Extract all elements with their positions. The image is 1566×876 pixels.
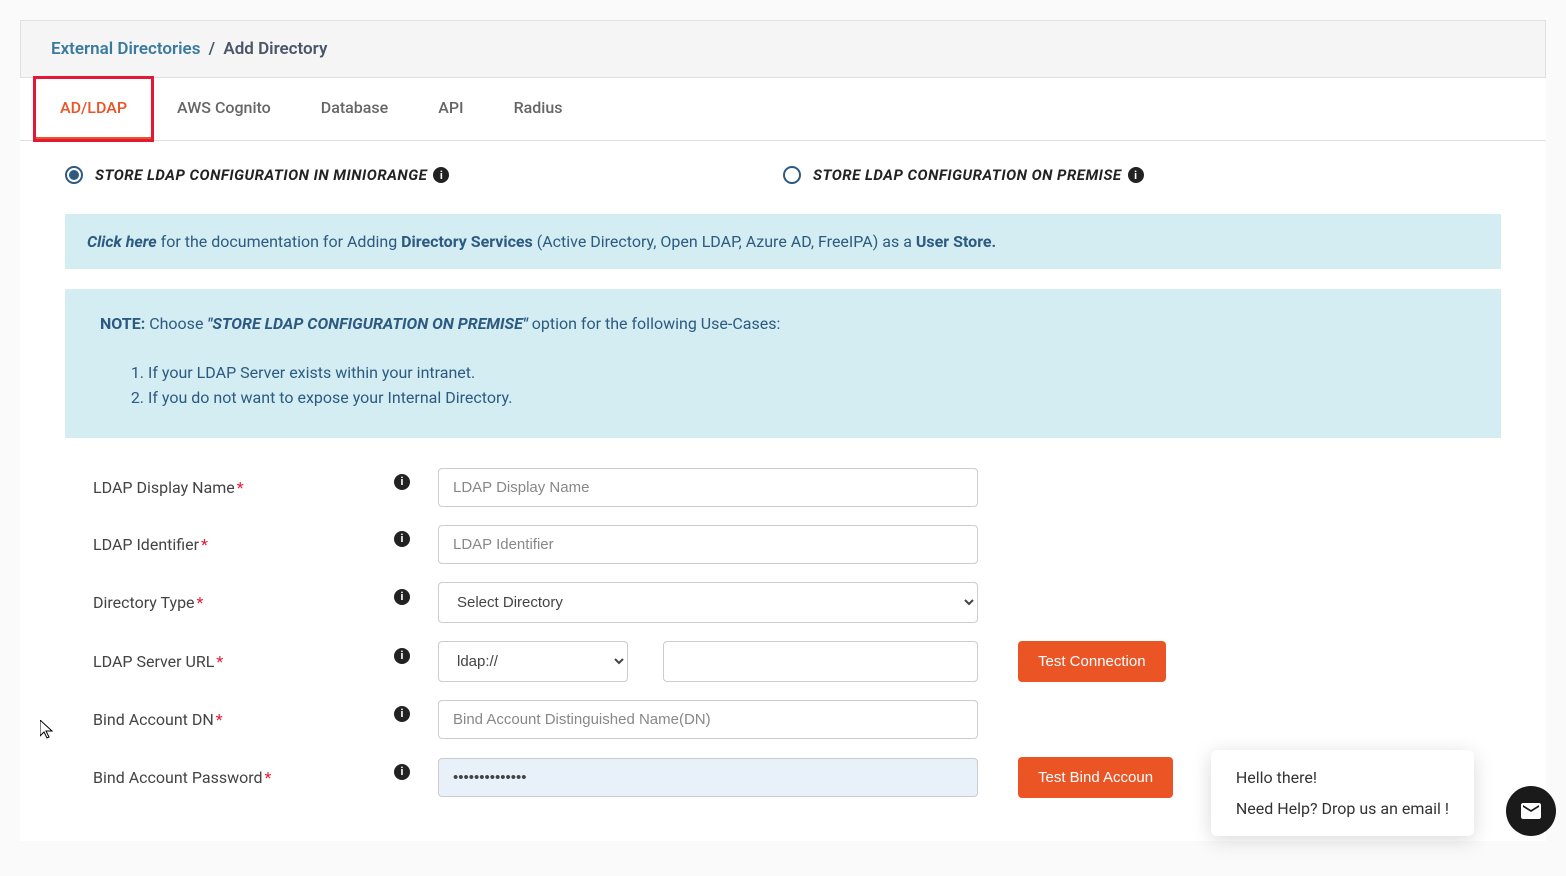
note-list: If your LDAP Server exists within your i… (148, 363, 1466, 407)
content-area: STORE LDAP CONFIGURATION IN MINIORANGE i… (20, 141, 1546, 841)
row-ldap-server-url: LDAP Server URL* i ldap:// Test Connecti… (65, 641, 1501, 682)
breadcrumb-current: Add Directory (223, 39, 327, 59)
label-bind-account-password: Bind Account Password (93, 768, 263, 787)
label-directory-type: Directory Type (93, 593, 195, 612)
doc-bold2: User Store. (916, 232, 996, 251)
envelope-icon (1519, 799, 1543, 823)
label-ldap-server-url: LDAP Server URL (93, 652, 214, 671)
breadcrumb-parent-link[interactable]: External Directories (51, 39, 200, 59)
tab-radius[interactable]: Radius (489, 78, 588, 140)
click-here-link[interactable]: Click here (87, 232, 157, 251)
label-ldap-identifier: LDAP Identifier (93, 535, 199, 554)
tab-ad-ldap[interactable]: AD/LDAP (35, 78, 152, 140)
required-star: * (216, 710, 223, 729)
note-option: "STORE LDAP CONFIGURATION ON PREMISE" (207, 314, 527, 333)
input-bind-account-password[interactable] (438, 758, 978, 797)
note-item-1: If your LDAP Server exists within your i… (148, 363, 1466, 382)
input-ldap-display-name[interactable] (438, 468, 978, 507)
required-star: * (197, 593, 204, 612)
info-icon[interactable]: i (394, 764, 410, 780)
chat-greeting: Hello there! (1236, 768, 1449, 787)
info-icon[interactable]: i (394, 589, 410, 605)
tabs-container: AD/LDAP AWS Cognito Database API Radius (20, 78, 1546, 141)
radio-miniorange-label: STORE LDAP CONFIGURATION IN MINIORANGE (95, 166, 427, 184)
breadcrumb-separator: / (209, 39, 215, 59)
radio-onpremise-option[interactable]: STORE LDAP CONFIGURATION ON PREMISE i (783, 166, 1501, 184)
radio-miniorange[interactable] (65, 166, 83, 184)
note-box: NOTE: Choose "STORE LDAP CONFIGURATION O… (65, 289, 1501, 438)
label-ldap-display-name: LDAP Display Name (93, 478, 235, 497)
info-icon[interactable]: i (394, 706, 410, 722)
note-label: NOTE: (100, 314, 145, 333)
breadcrumb: External Directories / Add Directory (51, 39, 1515, 59)
chat-icon[interactable] (1506, 786, 1556, 836)
info-icon[interactable]: i (394, 648, 410, 664)
info-icon[interactable]: i (433, 167, 449, 183)
note-choose: Choose (145, 314, 207, 333)
storage-radio-group: STORE LDAP CONFIGURATION IN MINIORANGE i… (65, 166, 1501, 184)
chat-widget: Hello there! Need Help? Drop us an email… (1211, 750, 1536, 836)
radio-onpremise-label: STORE LDAP CONFIGURATION ON PREMISE (813, 166, 1122, 184)
select-ldap-protocol[interactable]: ldap:// (438, 641, 628, 682)
doc-bold1: Directory Services (401, 232, 533, 251)
info-icon[interactable]: i (1128, 167, 1144, 183)
label-bind-account-dn: Bind Account DN (93, 710, 214, 729)
input-ldap-identifier[interactable] (438, 525, 978, 564)
test-connection-button[interactable]: Test Connection (1018, 641, 1166, 682)
input-bind-account-dn[interactable] (438, 700, 978, 739)
tab-api[interactable]: API (413, 78, 488, 140)
info-icon[interactable]: i (394, 531, 410, 547)
input-ldap-host[interactable] (663, 641, 978, 682)
select-directory-type[interactable]: Select Directory (438, 582, 978, 623)
note-suffix: option for the following Use-Cases: (528, 314, 781, 333)
row-bind-account-dn: Bind Account DN* i (65, 700, 1501, 739)
header-bar: External Directories / Add Directory (20, 20, 1546, 78)
test-bind-account-button[interactable]: Test Bind Accoun (1018, 757, 1173, 798)
row-ldap-identifier: LDAP Identifier* i (65, 525, 1501, 564)
info-icon[interactable]: i (394, 474, 410, 490)
required-star: * (265, 768, 272, 787)
tab-aws-cognito[interactable]: AWS Cognito (152, 78, 296, 140)
documentation-alert: Click here for the documentation for Add… (65, 214, 1501, 269)
required-star: * (237, 478, 244, 497)
tab-database[interactable]: Database (296, 78, 413, 140)
row-ldap-display-name: LDAP Display Name* i (65, 468, 1501, 507)
chat-bubble: Hello there! Need Help? Drop us an email… (1211, 750, 1474, 836)
doc-text2: (Active Directory, Open LDAP, Azure AD, … (533, 232, 916, 251)
note-item-2: If you do not want to expose your Intern… (148, 388, 1466, 407)
doc-text1: for the documentation for Adding (157, 232, 401, 251)
row-directory-type: Directory Type* i Select Directory (65, 582, 1501, 623)
required-star: * (201, 535, 208, 554)
required-star: * (216, 652, 223, 671)
radio-onpremise[interactable] (783, 166, 801, 184)
chat-help-text: Need Help? Drop us an email ! (1236, 799, 1449, 818)
radio-miniorange-option[interactable]: STORE LDAP CONFIGURATION IN MINIORANGE i (65, 166, 783, 184)
